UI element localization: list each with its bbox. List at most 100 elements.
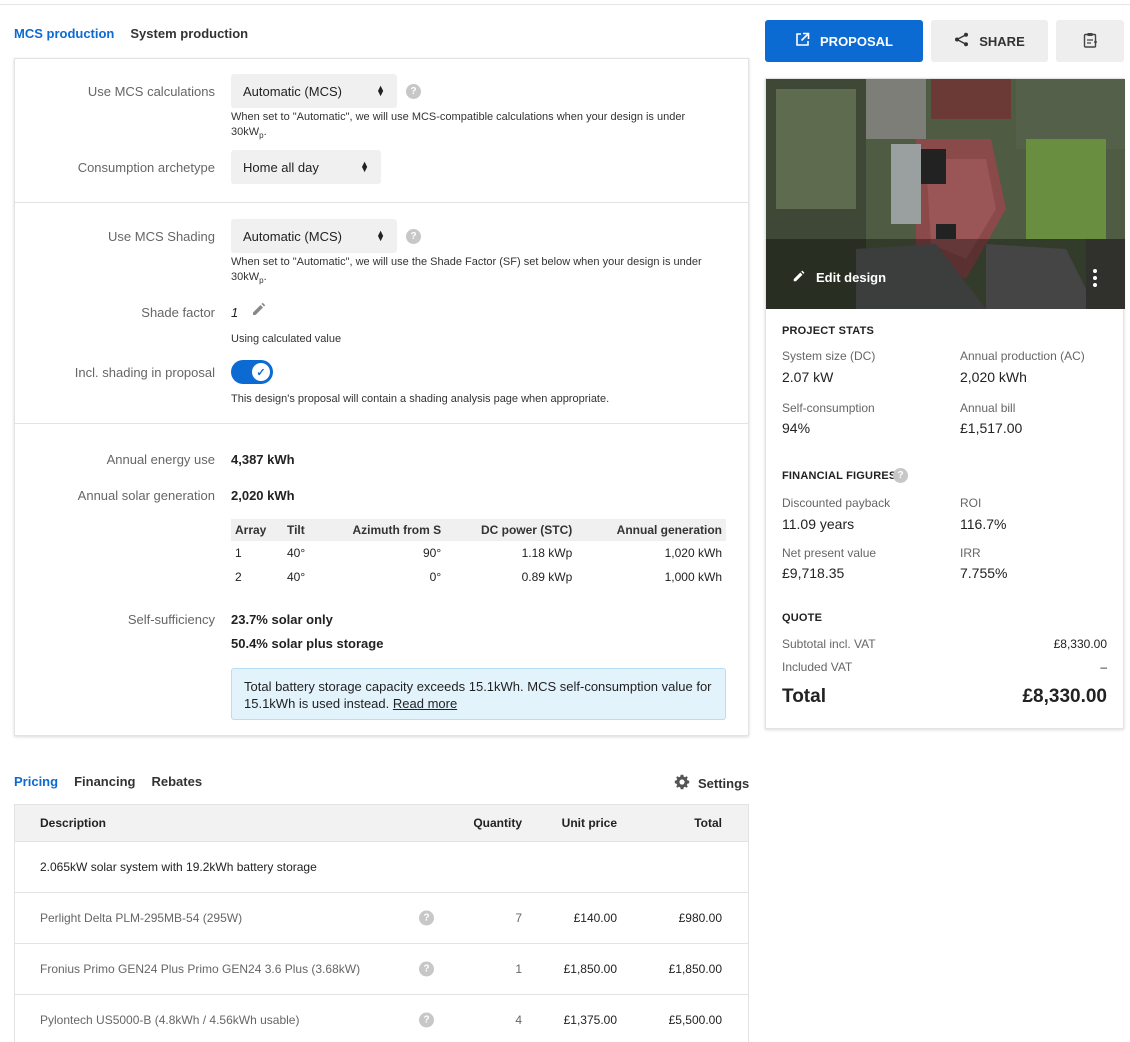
clipboard-icon <box>1082 32 1098 51</box>
clipboard-button[interactable] <box>1056 20 1124 62</box>
proposal-label: PROPOSAL <box>820 33 893 49</box>
settings-button[interactable]: Settings <box>674 774 749 793</box>
self-consumption-value: 94% <box>782 420 811 436</box>
col-unit-price: Unit price <box>561 816 617 830</box>
payback-value: 11.09 years <box>782 516 855 532</box>
annual-bill-label: Annual bill <box>960 401 1016 415</box>
arrays-table: Array Tilt Azimuth from S DC power (STC)… <box>231 519 726 589</box>
pricing-table: Description Quantity Unit price Total 2.… <box>14 804 749 1042</box>
annual-solar-gen-value: 2,020 kWh <box>231 488 295 503</box>
select-arrows-icon: ▲ ▼ <box>376 228 385 243</box>
use-mcs-shading-value: Automatic (MCS) <box>243 228 342 244</box>
share-label: SHARE <box>979 33 1025 49</box>
self-sufficiency-solar: 23.7% solar only <box>231 612 333 627</box>
annual-bill-value: £1,517.00 <box>960 420 1023 436</box>
edit-design-label: Edit design <box>816 270 887 285</box>
tab-financing[interactable]: Financing <box>74 774 135 789</box>
aerial-design-image[interactable]: Edit design <box>766 79 1125 309</box>
archetype-select[interactable]: Home all day ▲ ▼ <box>231 150 381 184</box>
incl-shading-label: Incl. shading in proposal <box>74 365 215 380</box>
col-total: Total <box>694 816 722 830</box>
vat-label: Included VAT <box>782 660 853 674</box>
subtotal-label: Subtotal incl. VAT <box>782 637 876 651</box>
annual-energy-use-value: 4,387 kWh <box>231 452 295 467</box>
help-icon[interactable]: ? <box>893 468 908 483</box>
use-mcs-calc-label: Use MCS calculations <box>87 84 215 99</box>
use-mcs-calc-hint: When set to "Automatic", we will use MCS… <box>231 111 686 141</box>
table-row: 2 40° 0° 0.89 kWp 1,000 kWh <box>235 570 722 584</box>
share-button[interactable]: SHARE <box>931 20 1048 62</box>
npv-value: £9,718.35 <box>782 565 845 581</box>
total-value: £8,330.00 <box>1022 686 1107 707</box>
table-row[interactable]: Perlight Delta PLM-295MB-54 (295W) ? 7 £… <box>15 893 748 944</box>
tab-rebates[interactable]: Rebates <box>151 774 202 789</box>
proposal-button[interactable]: PROPOSAL <box>765 20 923 62</box>
incl-shading-hint: This design's proposal will contain a sh… <box>231 393 610 405</box>
annual-solar-gen-label: Annual solar generation <box>77 488 215 503</box>
shade-factor-label: Shade factor <box>141 305 215 320</box>
mcs-calculation-section: Use MCS calculations Automatic (MCS) ▲ ▼ … <box>15 59 748 203</box>
help-icon[interactable]: ? <box>406 84 421 99</box>
vat-value: – <box>1100 660 1107 674</box>
col-azimuth: Azimuth from S <box>317 519 446 541</box>
col-quantity: Quantity <box>473 816 522 830</box>
help-icon[interactable]: ? <box>419 961 434 977</box>
share-icon <box>954 32 969 50</box>
npv-label: Net present value <box>782 546 877 560</box>
annual-production-label: Annual production (AC) <box>960 349 1085 363</box>
subtotal-value: £8,330.00 <box>1053 637 1107 651</box>
energy-section: Annual energy use 4,387 kWh Annual solar… <box>15 424 748 735</box>
top-divider <box>0 4 1130 5</box>
help-icon[interactable]: ? <box>406 229 421 244</box>
self-sufficiency-label: Self-sufficiency <box>127 612 215 627</box>
col-dc-power: DC power (STC) <box>445 519 577 541</box>
external-link-icon <box>795 32 810 50</box>
group-title: 2.065kW solar system with 19.2kWh batter… <box>40 860 317 874</box>
use-mcs-calc-select[interactable]: Automatic (MCS) ▲ ▼ <box>231 74 397 108</box>
archetype-value: Home all day <box>243 159 319 175</box>
col-array: Array <box>231 519 283 541</box>
help-icon[interactable]: ? <box>419 1012 434 1028</box>
table-row[interactable]: Pylontech US5000-B (4.8kWh / 4.56kWh usa… <box>15 995 748 1042</box>
tab-pricing[interactable]: Pricing <box>14 774 58 789</box>
battery-notice: Total battery storage capacity exceeds 1… <box>231 668 726 720</box>
annual-energy-use-label: Annual energy use <box>106 452 215 467</box>
gear-icon <box>674 774 690 793</box>
roi-value: 116.7% <box>960 516 1007 532</box>
irr-value: 7.755% <box>960 565 1008 581</box>
tab-mcs-production[interactable]: MCS production <box>14 26 114 41</box>
edit-design-button[interactable]: Edit design <box>792 269 886 286</box>
col-description: Description <box>40 816 107 830</box>
read-more-link[interactable]: Read more <box>393 696 457 711</box>
select-arrows-icon: ▲ ▼ <box>376 83 385 98</box>
use-mcs-shading-hint: When set to "Automatic", we will use the… <box>231 256 702 286</box>
use-mcs-shading-label: Use MCS Shading <box>108 229 215 244</box>
tab-system-production[interactable]: System production <box>130 26 248 41</box>
pricing-group-row[interactable]: 2.065kW solar system with 19.2kWh batter… <box>15 842 748 893</box>
quote-title: QUOTE <box>782 612 823 624</box>
project-summary-card: Edit design PROJECT STATS System size (D… <box>765 78 1125 729</box>
table-row[interactable]: Fronius Primo GEN24 Plus Primo GEN24 3.6… <box>15 944 748 995</box>
self-consumption-label: Self-consumption <box>782 401 875 415</box>
pencil-icon[interactable] <box>251 301 267 320</box>
system-size-value: 2.07 kW <box>782 369 834 385</box>
settings-label: Settings <box>698 776 750 791</box>
project-stats-title: PROJECT STATS <box>782 325 875 337</box>
total-label: Total <box>782 686 826 707</box>
mcs-production-card: Use MCS calculations Automatic (MCS) ▲ ▼ … <box>14 58 749 736</box>
use-mcs-shading-select[interactable]: Automatic (MCS) ▲ ▼ <box>231 219 397 253</box>
system-size-label: System size (DC) <box>782 349 876 363</box>
more-options-icon[interactable] <box>1093 269 1097 287</box>
shade-factor-hint: Using calculated value <box>231 333 342 345</box>
archetype-label: Consumption archetype <box>77 160 215 175</box>
check-icon: ✓ <box>252 363 270 381</box>
help-icon[interactable]: ? <box>419 910 434 926</box>
incl-shading-toggle[interactable]: ✓ <box>231 360 273 384</box>
pencil-icon <box>792 269 806 286</box>
table-row: 1 40° 90° 1.18 kWp 1,020 kWh <box>235 546 722 560</box>
roi-label: ROI <box>960 496 982 510</box>
pricing-tabs: Pricing Financing Rebates <box>14 774 202 789</box>
payback-label: Discounted payback <box>782 496 891 510</box>
col-tilt: Tilt <box>282 519 318 541</box>
use-mcs-calc-value: Automatic (MCS) <box>243 83 342 99</box>
